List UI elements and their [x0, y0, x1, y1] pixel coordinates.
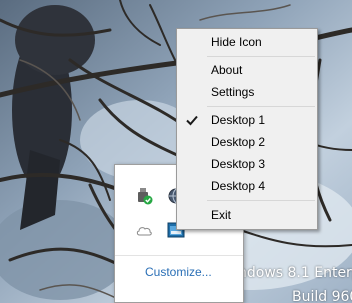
os-watermark-edition: ndows 8.1 Enterprise [238, 265, 352, 281]
menu-item-exit[interactable]: Exit [179, 205, 315, 225]
menu-item-desktop-3[interactable]: Desktop 3 [179, 154, 315, 174]
menu-item-hide-icon[interactable]: Hide Icon [179, 32, 315, 52]
menu-item-label: Exit [211, 208, 232, 222]
menu-separator [207, 200, 315, 201]
customize-link[interactable]: Customize... [145, 265, 212, 279]
menu-item-label: Hide Icon [211, 35, 262, 49]
usb-drive-ok-icon[interactable] [135, 187, 153, 205]
menu-item-desktop-4[interactable]: Desktop 4 [179, 176, 315, 196]
menu-item-desktop-1[interactable]: Desktop 1 [179, 110, 315, 130]
menu-item-about[interactable]: About [179, 60, 315, 80]
menu-separator [207, 56, 315, 57]
menu-separator [207, 106, 315, 107]
checkmark-icon [185, 110, 199, 130]
os-watermark-build: Build 960 [292, 289, 352, 303]
menu-item-label: Settings [211, 85, 255, 99]
menu-item-desktop-2[interactable]: Desktop 2 [179, 132, 315, 152]
menu-item-label: Desktop 4 [211, 179, 266, 193]
cloud-icon[interactable] [135, 221, 153, 239]
menu-item-label: Desktop 3 [211, 157, 266, 171]
menu-item-label: About [211, 63, 243, 77]
flyout-divider [115, 255, 243, 256]
menu-item-label: Desktop 2 [211, 135, 266, 149]
tray-context-menu: Hide Icon About Settings Desktop 1 Deskt… [176, 28, 318, 230]
menu-item-label: Desktop 1 [211, 113, 266, 127]
menu-item-settings[interactable]: Settings [179, 82, 315, 102]
